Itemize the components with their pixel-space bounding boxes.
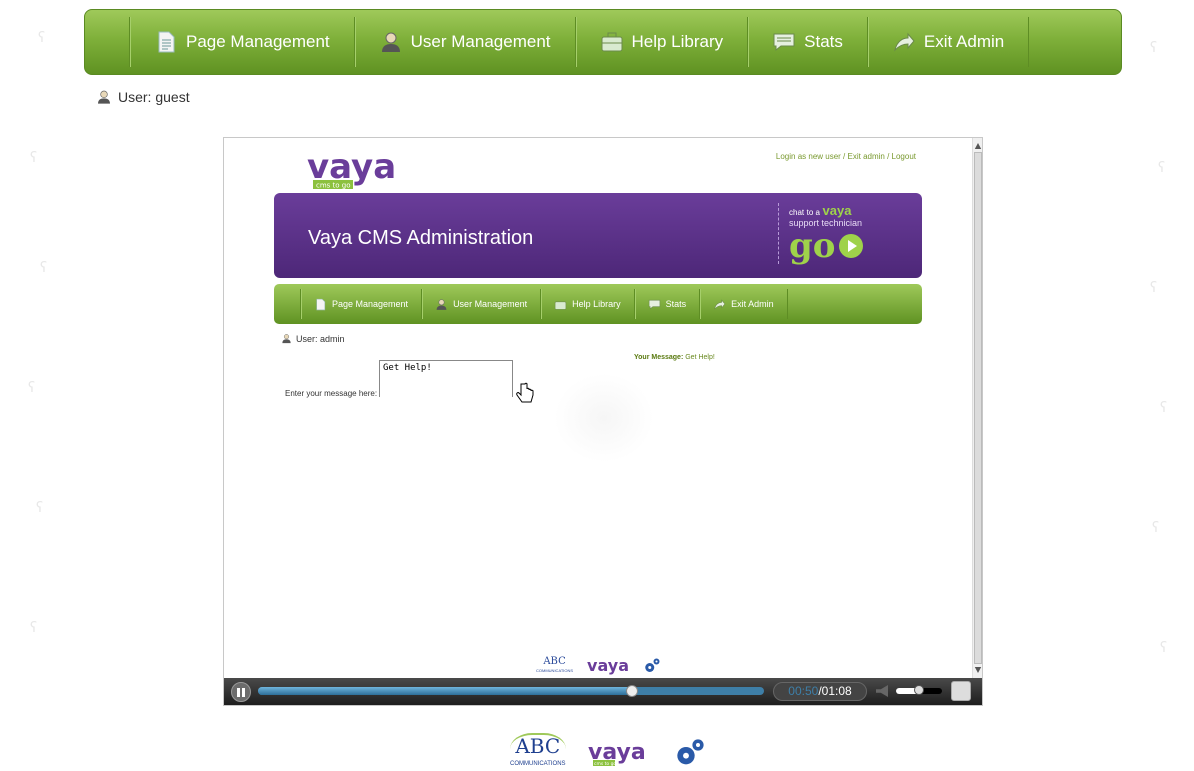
inner-user-label: User: admin (296, 333, 345, 344)
loading-spinner (554, 373, 654, 463)
fullscreen-button[interactable] (951, 681, 971, 701)
nav-user-management[interactable]: User Management (353, 17, 575, 67)
inner-nav-label: Exit Admin (731, 299, 774, 309)
inner-nav-exit-admin[interactable]: Exit Admin (699, 289, 788, 319)
inner-nav-page-management[interactable]: Page Management (300, 289, 421, 319)
inner-nav-help-library[interactable]: Help Library (540, 289, 634, 319)
user-icon (98, 90, 110, 104)
inner-nav-stats[interactable]: Stats (633, 289, 700, 319)
pause-button[interactable] (231, 682, 251, 702)
time-display: 00:50/01:08 (773, 682, 867, 701)
inner-nav-label: Page Management (332, 299, 409, 309)
user-icon (282, 334, 291, 344)
inner-nav-label: Stats (665, 299, 687, 309)
page-icon (158, 31, 175, 53)
account-links[interactable]: Login as new user / Exit admin / Logout (776, 152, 916, 161)
nav-label: Help Library (631, 32, 724, 51)
vaya-small-logo: vaya (587, 656, 630, 675)
inner-navigation: Page Management User Management Help Lib… (274, 284, 922, 324)
banner-title: Vaya CMS Administration (308, 227, 534, 249)
nav-label: Page Management (186, 32, 330, 51)
inner-current-user: User: admin (281, 333, 345, 344)
footer-logos: ABC COMMUNICATIONS vaya cms to go (510, 733, 706, 771)
inner-nav-label: Help Library (572, 299, 621, 309)
abc-communications-logo: ABC COMMUNICATIONS (510, 733, 566, 771)
vaya-logo: vaya cms to go (307, 147, 396, 190)
volume-icon[interactable] (876, 685, 888, 697)
scroll-down-arrow[interactable] (974, 665, 982, 675)
chat-bubble-icon (648, 299, 660, 309)
scroll-thumb[interactable] (974, 152, 982, 664)
inner-nav-user-management[interactable]: User Management (421, 289, 540, 319)
nav-help-library[interactable]: Help Library (574, 17, 748, 67)
gears-icon (676, 739, 704, 765)
chat-bubble-icon (773, 33, 795, 52)
video-scrollbar[interactable] (972, 138, 982, 678)
nav-exit-admin[interactable]: Exit Admin (866, 17, 1030, 67)
exit-arrow-icon (894, 32, 915, 52)
exit-arrow-icon (714, 298, 726, 310)
admin-banner: Vaya CMS Administration chat to a vaya s… (274, 193, 922, 278)
top-navigation: Page Management User Management Help Lib… (84, 9, 1122, 75)
hand-cursor-icon (516, 382, 534, 403)
page-icon (316, 298, 326, 310)
play-icon (839, 234, 864, 258)
message-label: Enter your message here: (285, 389, 378, 398)
user-icon (436, 298, 447, 310)
your-message: Your Message: Get Help! (634, 354, 715, 361)
your-message-label: Your Message: (634, 354, 684, 361)
briefcase-icon (554, 301, 567, 310)
nav-page-management[interactable]: Page Management (129, 17, 354, 67)
user-label: User: guest (118, 89, 190, 105)
briefcase-icon (601, 32, 622, 52)
seek-progress (258, 687, 633, 695)
volume-slider[interactable] (896, 685, 942, 695)
current-user: User: guest (96, 89, 190, 105)
scroll-up-arrow[interactable] (974, 143, 982, 149)
total-time: 01:08 (821, 684, 852, 698)
seek-bar[interactable] (258, 685, 764, 697)
nav-label: User Management (410, 32, 551, 51)
volume-knob[interactable] (914, 685, 924, 695)
player-controls: 00:50/01:08 (224, 678, 982, 705)
nav-stats[interactable]: Stats (747, 17, 867, 67)
inner-footer-logos: ABC COMMUNICATIONS vaya (536, 656, 661, 675)
vaya-footer-logo: vaya cms to go (588, 740, 646, 767)
nav-label: Exit Admin (923, 32, 1005, 51)
video-player[interactable]: vaya cms to go Login as new user / Exit … (223, 137, 983, 706)
vaya-logo-tagline: cms to go (316, 182, 351, 190)
inner-nav-label: User Management (453, 299, 528, 309)
gears-icon (645, 658, 660, 672)
abc-logo: ABC COMMUNICATIONS (536, 655, 574, 673)
chat-prefix: chat (789, 208, 805, 217)
your-message-value: Get Help! (685, 354, 715, 361)
current-time: 00:50 (788, 684, 819, 698)
message-textarea[interactable]: Get Help! (379, 360, 513, 397)
seek-knob[interactable] (626, 685, 639, 697)
chat-to-a: to a (806, 208, 820, 217)
user-icon (381, 32, 400, 52)
nav-label: Stats (804, 32, 843, 51)
go-text: go (789, 226, 836, 266)
chat-brand: vaya (822, 203, 852, 218)
svg-text:cms to go: cms to go (594, 761, 616, 767)
chat-support-button[interactable]: chat to a vaya support technician go (778, 203, 908, 264)
